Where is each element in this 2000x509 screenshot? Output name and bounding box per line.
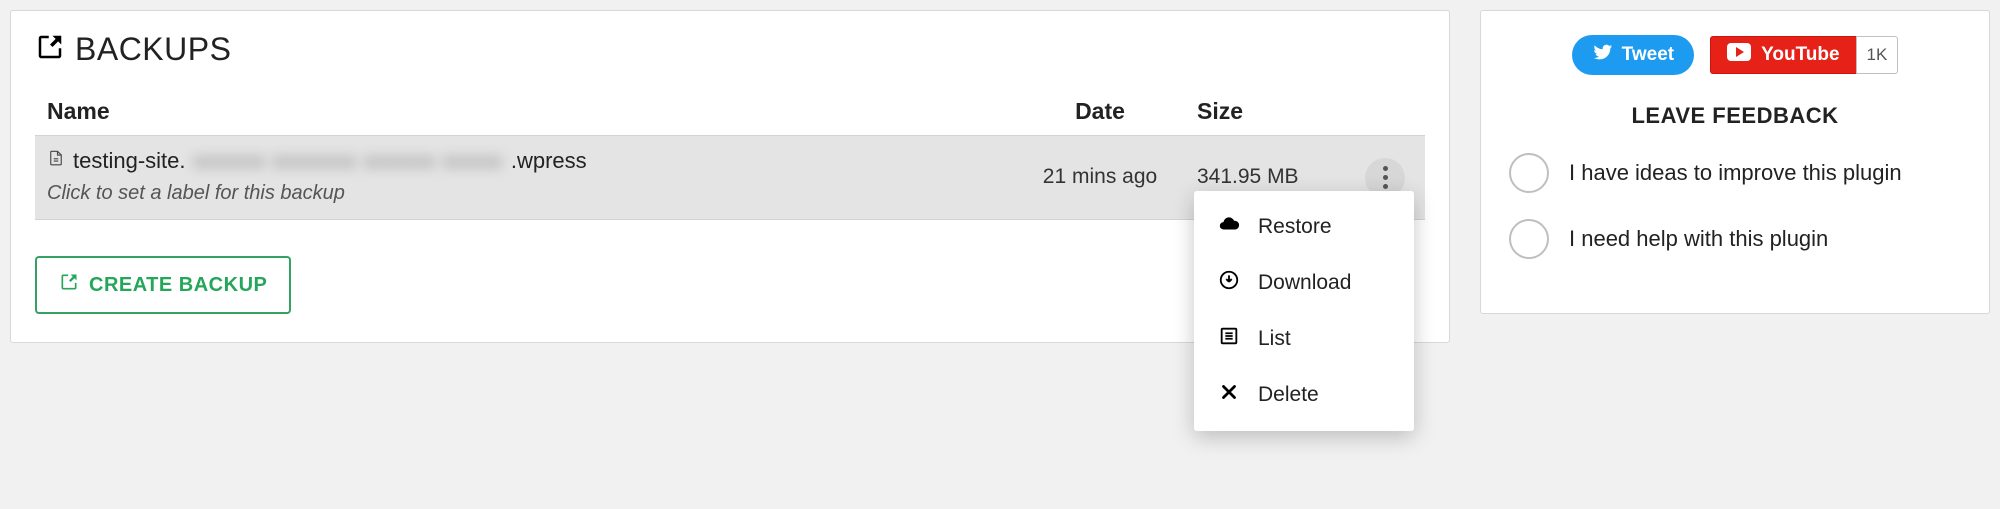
radio-icon: [1509, 153, 1549, 193]
youtube-icon: [1727, 43, 1751, 67]
youtube-button[interactable]: YouTube: [1710, 36, 1855, 74]
panel-title: BACKUPS: [75, 31, 231, 68]
feedback-option-ideas-label: I have ideas to improve this plugin: [1569, 160, 1902, 186]
col-name: Name: [35, 88, 1015, 136]
menu-restore[interactable]: Restore: [1194, 199, 1414, 255]
close-icon: [1218, 381, 1240, 409]
export-icon: [59, 272, 79, 298]
feedback-title: LEAVE FEEDBACK: [1509, 103, 1961, 129]
feedback-option-help[interactable]: I need help with this plugin: [1509, 219, 1961, 259]
menu-delete[interactable]: Delete: [1194, 367, 1414, 423]
col-size: Size: [1185, 88, 1345, 136]
panel-title-row: BACKUPS: [35, 31, 1425, 68]
backup-date: 21 mins ago: [1015, 136, 1185, 220]
create-backup-button[interactable]: CREATE BACKUP: [35, 256, 291, 314]
feedback-option-help-label: I need help with this plugin: [1569, 226, 1828, 252]
create-backup-label: CREATE BACKUP: [89, 274, 267, 297]
filename-suffix: .wpress: [511, 148, 587, 174]
feedback-panel: Tweet YouTube 1K LEAVE FEEDBACK I have i…: [1480, 10, 1990, 314]
col-actions: [1345, 88, 1425, 136]
file-icon: [47, 148, 65, 174]
list-icon: [1218, 325, 1240, 353]
twitter-icon: [1592, 41, 1614, 69]
col-date: Date: [1015, 88, 1185, 136]
tweet-label: Tweet: [1622, 44, 1674, 66]
radio-icon: [1509, 219, 1549, 259]
menu-download[interactable]: Download: [1194, 255, 1414, 311]
filename-prefix: testing-site.: [73, 148, 186, 174]
tweet-button[interactable]: Tweet: [1572, 35, 1694, 75]
menu-download-label: Download: [1258, 271, 1351, 295]
download-icon: [1218, 269, 1240, 297]
menu-restore-label: Restore: [1258, 215, 1332, 239]
export-icon: [35, 32, 65, 68]
backup-label-hint[interactable]: Click to set a label for this backup: [47, 182, 1003, 205]
row-actions-menu: Restore Download List Delete: [1194, 191, 1414, 431]
backups-panel: BACKUPS Name Date Size: [10, 10, 1450, 343]
social-row: Tweet YouTube 1K: [1509, 35, 1961, 75]
youtube-count: 1K: [1856, 36, 1899, 74]
backup-filename: testing-site. xxxxxx xxxxxxx xxxxxx xxxx…: [47, 148, 1003, 174]
menu-list-label: List: [1258, 327, 1291, 351]
feedback-option-ideas[interactable]: I have ideas to improve this plugin: [1509, 153, 1961, 193]
filename-hidden: xxxxxx xxxxxxx xxxxxx xxxxx: [194, 148, 503, 174]
youtube-group: YouTube 1K: [1710, 36, 1898, 74]
kebab-icon: [1383, 166, 1388, 189]
cloud-restore-icon: [1218, 213, 1240, 241]
menu-delete-label: Delete: [1258, 383, 1319, 407]
menu-list[interactable]: List: [1194, 311, 1414, 367]
youtube-label: YouTube: [1761, 44, 1839, 66]
